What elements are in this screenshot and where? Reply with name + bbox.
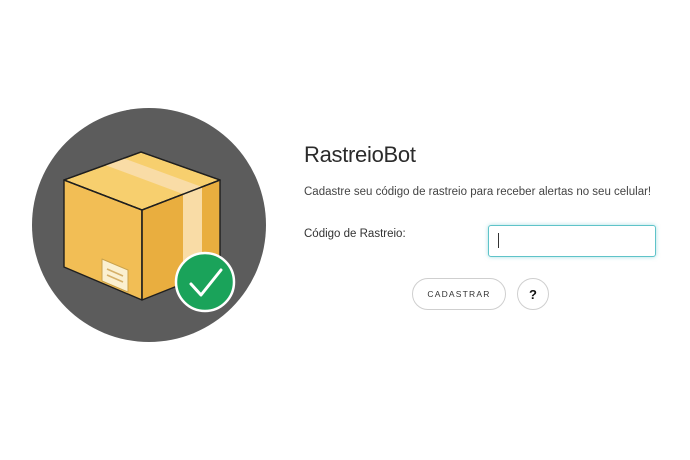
page: RastreioBot Cadastre seu código de rastr… (0, 0, 690, 460)
register-button[interactable]: CADASTRAR (412, 278, 506, 310)
page-title: RastreioBot (304, 142, 416, 167)
tracking-code-input[interactable] (488, 225, 656, 257)
checkmark-icon (174, 251, 236, 313)
help-button[interactable]: ? (517, 278, 549, 310)
hero-illustration-svg (32, 108, 266, 342)
tracking-code-label: Código de Rastreio: (304, 228, 406, 240)
page-subtitle: Cadastre seu código de rastreio para rec… (304, 186, 652, 198)
hero-illustration (31, 107, 267, 343)
text-cursor (498, 233, 499, 248)
